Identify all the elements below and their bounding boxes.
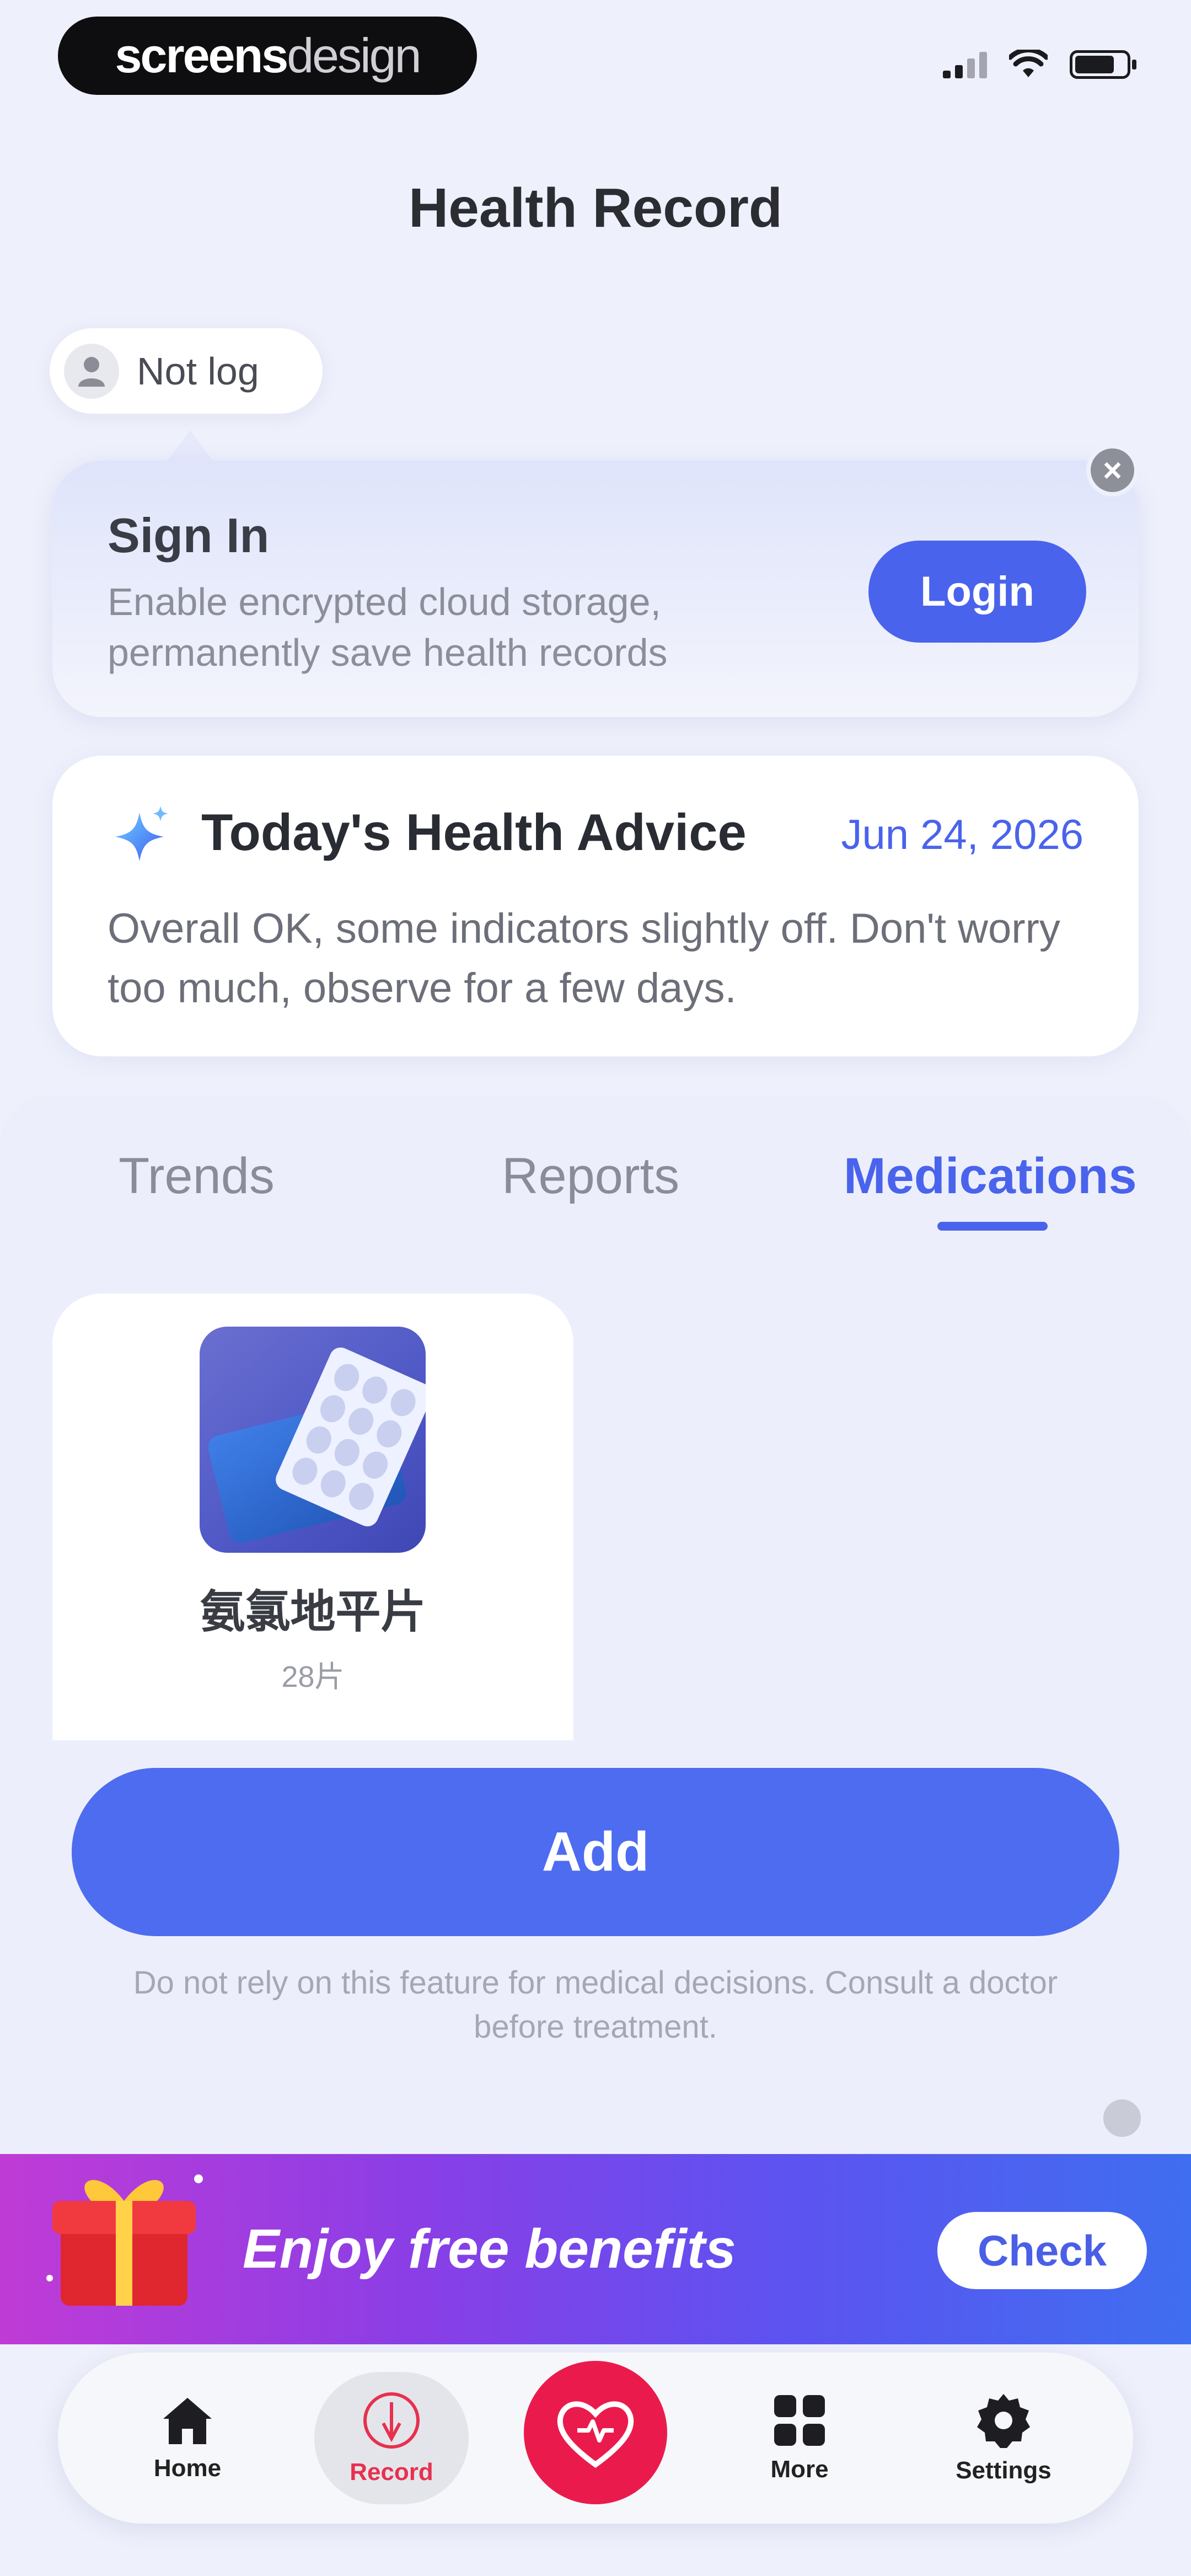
check-button[interactable]: Check	[937, 2212, 1147, 2289]
account-status-button[interactable]: Not log	[50, 328, 323, 414]
tab-indicator	[937, 1222, 1048, 1231]
battery-icon	[1070, 50, 1136, 79]
medication-quantity: 28片	[281, 1660, 345, 1693]
status-icons	[943, 50, 1136, 79]
heart-icon	[557, 2401, 634, 2468]
nav-record-label: Record	[350, 2459, 433, 2486]
grid-icon	[774, 2395, 825, 2446]
gear-icon	[977, 2394, 1030, 2448]
record-icon	[363, 2392, 420, 2449]
brand-light-text: design	[287, 28, 421, 83]
nav-home-label: Home	[153, 2454, 222, 2482]
medication-name: 氨氯地平片	[200, 1587, 426, 1637]
advice-title: Today's Health Advice	[201, 803, 747, 861]
close-banner-icon[interactable]	[1100, 2096, 1144, 2140]
nav-home[interactable]: Home	[110, 2372, 265, 2504]
tab-reports[interactable]: Reports	[502, 1147, 679, 1205]
heart-button[interactable]	[524, 2361, 667, 2504]
nav-settings[interactable]: Settings	[926, 2372, 1081, 2504]
signin-description: Enable encrypted cloud storage, permanen…	[108, 580, 668, 674]
nav-record[interactable]: Record	[314, 2372, 469, 2504]
medication-image	[200, 1327, 426, 1553]
page-title: Health Record	[409, 177, 782, 239]
nav-more[interactable]: More	[722, 2372, 877, 2504]
close-icon[interactable]: ×	[1086, 444, 1139, 496]
brand-bold-text: screens	[115, 28, 288, 83]
banner-text: Enjoy free benefits	[243, 2218, 736, 2280]
signin-title: Sign In	[108, 508, 270, 563]
gift-icon	[46, 2174, 203, 2306]
brand-logo: screens design	[58, 17, 477, 95]
tab-medications[interactable]: Medications	[844, 1147, 1137, 1205]
tooltip-pointer	[165, 430, 215, 463]
account-status-label: Not log	[137, 349, 259, 393]
nav-more-label: More	[770, 2456, 829, 2483]
sparkle-icon	[115, 806, 168, 861]
tab-trends[interactable]: Trends	[119, 1147, 275, 1205]
advice-text: Overall OK, some indicators slightly off…	[108, 905, 1060, 1012]
wifi-icon	[1009, 50, 1048, 77]
home-icon	[163, 2397, 212, 2444]
signal-icon	[943, 51, 987, 78]
add-button[interactable]: Add	[72, 1768, 1119, 1936]
disclaimer-text: Do not rely on this feature for medical …	[133, 1965, 1058, 2045]
login-button[interactable]: Login	[868, 541, 1086, 643]
nav-settings-label: Settings	[956, 2457, 1051, 2484]
advice-date: Jun 24, 2026	[841, 811, 1084, 858]
avatar-icon	[64, 343, 119, 399]
